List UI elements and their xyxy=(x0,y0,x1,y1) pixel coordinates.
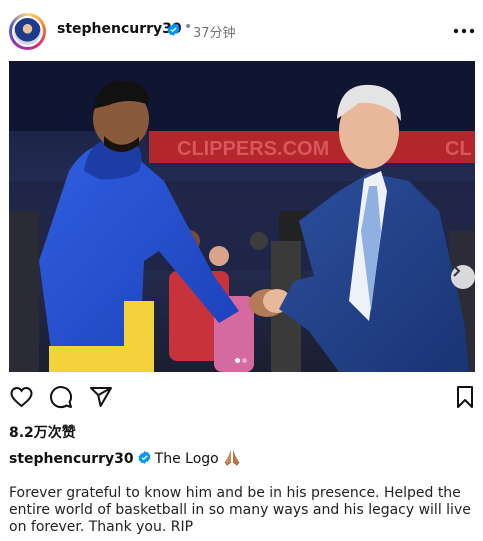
heart-icon[interactable] xyxy=(9,385,34,409)
carousel-dot-active xyxy=(235,358,240,363)
verified-badge-icon xyxy=(167,23,180,36)
comment-icon[interactable] xyxy=(49,385,73,409)
carousel-dot xyxy=(242,358,247,363)
separator-dot: • xyxy=(184,19,193,35)
send-icon[interactable] xyxy=(89,385,113,409)
carousel-indicator xyxy=(234,348,248,367)
photo-illustration: CLIPPERS.COM CL xyxy=(9,61,475,372)
post-actions xyxy=(0,383,483,413)
carousel-next-button[interactable] xyxy=(451,265,475,289)
banner-text: CLIPPERS.COM xyxy=(177,138,329,160)
more-options-icon[interactable] xyxy=(452,27,476,35)
post-header: stephencurry30 • 37分钟 xyxy=(0,0,483,62)
avatar[interactable] xyxy=(9,13,46,50)
post-photo[interactable]: CLIPPERS.COM CL xyxy=(9,61,475,372)
verified-badge-icon xyxy=(138,451,151,464)
caption-username[interactable]: stephencurry30 xyxy=(9,451,134,467)
avatar-image xyxy=(14,18,41,45)
like-count[interactable]: 8.2万次赞 xyxy=(9,422,76,442)
username-link[interactable]: stephencurry30 xyxy=(57,21,182,37)
praying-hands-emoji xyxy=(224,450,240,466)
post-timestamp[interactable]: 37分钟 xyxy=(193,22,236,41)
caption-title: The Logo xyxy=(154,451,219,467)
caption-body: Forever grateful to know him and be in h… xyxy=(9,485,471,535)
caption-header: stephencurry30 The Logo xyxy=(9,449,241,467)
chevron-right-icon xyxy=(453,265,461,277)
bookmark-icon[interactable] xyxy=(455,385,475,409)
banner-text-right: CL xyxy=(445,138,472,160)
